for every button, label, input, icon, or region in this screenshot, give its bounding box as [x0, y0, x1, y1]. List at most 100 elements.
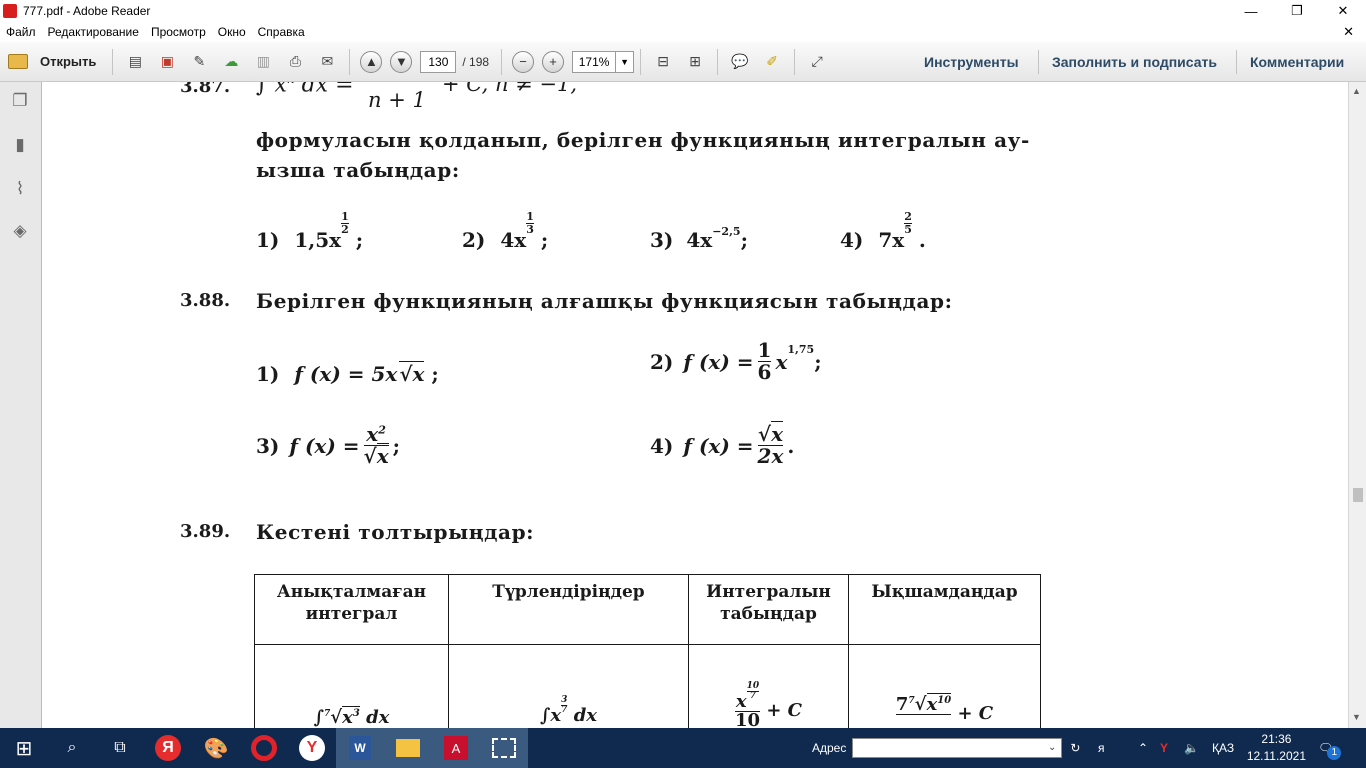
menu-help[interactable]: Справка: [252, 25, 311, 39]
close-document-icon[interactable]: ✕: [1337, 24, 1360, 40]
table-cell: x 10 7 10 + C: [688, 644, 849, 728]
chevron-down-icon[interactable]: ⌄: [1048, 742, 1056, 753]
scroll-down-icon[interactable]: ▼: [1352, 712, 1361, 722]
file-explorer-icon[interactable]: [384, 728, 432, 768]
fraction: x2 √x: [363, 422, 389, 468]
yandex-browser-icon[interactable]: Y: [288, 728, 336, 768]
fit-width-icon[interactable]: ⊞: [684, 51, 706, 73]
create-pdf-icon[interactable]: ▤: [124, 51, 146, 73]
adobe-reader-taskbar-icon[interactable]: A: [432, 728, 480, 768]
refresh-icon[interactable]: ↻: [1070, 741, 1080, 755]
bookmarks-icon[interactable]: ▮: [9, 134, 31, 156]
toolbar-separator: [717, 48, 719, 75]
table-header-cell: Интегралын табыңдар: [688, 574, 849, 645]
language-indicator[interactable]: ҚАЗ: [1212, 728, 1234, 768]
show-hidden-icons[interactable]: ⌃: [1138, 728, 1148, 768]
edit-document-icon[interactable]: ✎: [188, 51, 210, 73]
layers-icon[interactable]: ◈: [9, 220, 31, 242]
menu-view[interactable]: Просмотр: [145, 25, 212, 39]
item-label: 2): [650, 349, 674, 374]
highlight-icon[interactable]: ✐: [761, 51, 783, 73]
clock-date: 12.11.2021: [1246, 749, 1306, 763]
minimize-button[interactable]: —: [1228, 0, 1274, 22]
item-exponent: −2,5: [712, 225, 741, 238]
comment-icon[interactable]: 💬: [729, 51, 751, 73]
fullscreen-icon[interactable]: ⤢: [806, 51, 828, 73]
problem-number-3-89: 3.89.: [180, 521, 231, 542]
item-tail: ;: [814, 349, 822, 374]
folder-icon: [8, 54, 28, 69]
window-title: 777.pdf - Adobe Reader: [23, 4, 151, 18]
tools-link[interactable]: Инструменты: [924, 42, 1019, 82]
page-number-input[interactable]: 130: [420, 50, 457, 73]
exponent-fraction: 25: [904, 210, 912, 236]
fit-page-icon[interactable]: ⊟: [652, 51, 674, 73]
table-header-cell: Түрлендіріңдер: [448, 574, 689, 645]
toolbar-separator: [501, 48, 503, 75]
item-label: 4): [650, 433, 674, 458]
people-icon[interactable]: ᴙ: [1098, 728, 1105, 768]
zoom-select[interactable]: 171% ▼: [572, 50, 635, 73]
item-label: 3): [256, 433, 280, 458]
item-387-1: 1) 1,5x 1 2 ;: [256, 211, 364, 254]
yandex-icon[interactable]: Я: [144, 728, 192, 768]
scroll-thumb[interactable]: [1353, 488, 1363, 502]
prev-page-icon[interactable]: ▲: [360, 50, 383, 73]
page-total: / 198: [462, 54, 490, 69]
item-tail: .: [787, 433, 795, 458]
start-button[interactable]: ⊞: [0, 728, 48, 768]
maximize-button[interactable]: ❐: [1274, 0, 1320, 22]
item-tail: ;: [355, 228, 364, 252]
opera-icon[interactable]: [240, 728, 288, 768]
table-row: ∫7√x3 dx ∫ x37 dx x 10 7 10 + C 77√x10 + C: [254, 644, 1041, 728]
email-icon[interactable]: ✉: [316, 51, 338, 73]
menu-window[interactable]: Окно: [212, 25, 252, 39]
word-icon[interactable]: W: [336, 728, 384, 768]
zoom-out-icon[interactable]: −: [512, 50, 535, 73]
item-label: 1): [256, 362, 280, 386]
next-page-icon[interactable]: ▼: [390, 50, 413, 73]
snipping-tool-icon[interactable]: [480, 728, 528, 768]
notification-icon[interactable]: 🗨 1: [1318, 728, 1342, 768]
clock[interactable]: 21:36 12.11.2021: [1247, 731, 1306, 765]
address-input[interactable]: [852, 738, 1063, 758]
title-bar: 777.pdf - Adobe Reader — ❐ ✕: [0, 0, 1366, 22]
volume-icon[interactable]: 🔈: [1184, 728, 1199, 768]
page-thumbnails-icon[interactable]: ❐: [9, 90, 31, 112]
text-387-line1: формуласын қолданып, берілген функцияның…: [256, 128, 1030, 152]
fraction: 16: [757, 338, 772, 384]
open-button[interactable]: Открыть: [8, 54, 96, 69]
save-icon[interactable]: ▥: [252, 51, 274, 73]
yandex-tray-icon[interactable]: Y: [1160, 728, 1168, 768]
close-button[interactable]: ✕: [1320, 0, 1366, 22]
scroll-up-icon[interactable]: ▲: [1352, 86, 1361, 96]
export-pdf-icon[interactable]: ▣: [156, 51, 178, 73]
item-388-2: 2) f (x) = 16 x 1,75 ;: [650, 340, 822, 383]
fill-sign-link[interactable]: Заполнить и подписать: [1052, 42, 1217, 82]
item-tail: ;: [431, 362, 439, 386]
print-icon[interactable]: ⎙: [284, 51, 306, 73]
cloud-upload-icon[interactable]: ☁: [220, 51, 242, 73]
toolbar: Открыть ▤ ▣ ✎ ☁ ▥ ⎙ ✉ ▲ ▼ 130 / 198 − + …: [0, 42, 1366, 82]
app-window: 777.pdf - Adobe Reader — ❐ ✕ Файл Редакт…: [0, 0, 1366, 768]
comments-link[interactable]: Комментарии: [1250, 42, 1344, 82]
item-function: f (x) =: [683, 349, 754, 374]
item-function: f (x) = 5x: [294, 362, 398, 386]
menu-file[interactable]: Файл: [0, 25, 42, 39]
paint-icon[interactable]: 🎨: [192, 728, 240, 768]
chevron-down-icon[interactable]: ▼: [615, 51, 633, 72]
toolbar-separator: [1236, 50, 1237, 74]
attachments-icon[interactable]: ⌇: [9, 178, 31, 200]
item-base: x: [775, 349, 788, 374]
navigation-panel: ❐ ▮ ⌇ ◈: [0, 82, 42, 728]
item-tail: .: [918, 228, 926, 252]
menu-bar: Файл Редактирование Просмотр Окно Справк…: [0, 22, 1366, 42]
open-label: Открыть: [40, 54, 97, 69]
clock-time: 21:36: [1261, 732, 1292, 746]
table-header-cell: Анықталмаған интеграл: [254, 574, 449, 645]
menu-edit[interactable]: Редактирование: [42, 25, 145, 39]
search-icon[interactable]: ⌕: [48, 728, 96, 768]
vertical-scrollbar[interactable]: ▲ ▼: [1348, 82, 1366, 728]
task-view-icon[interactable]: ⧉: [96, 728, 144, 768]
zoom-in-icon[interactable]: +: [542, 50, 565, 73]
